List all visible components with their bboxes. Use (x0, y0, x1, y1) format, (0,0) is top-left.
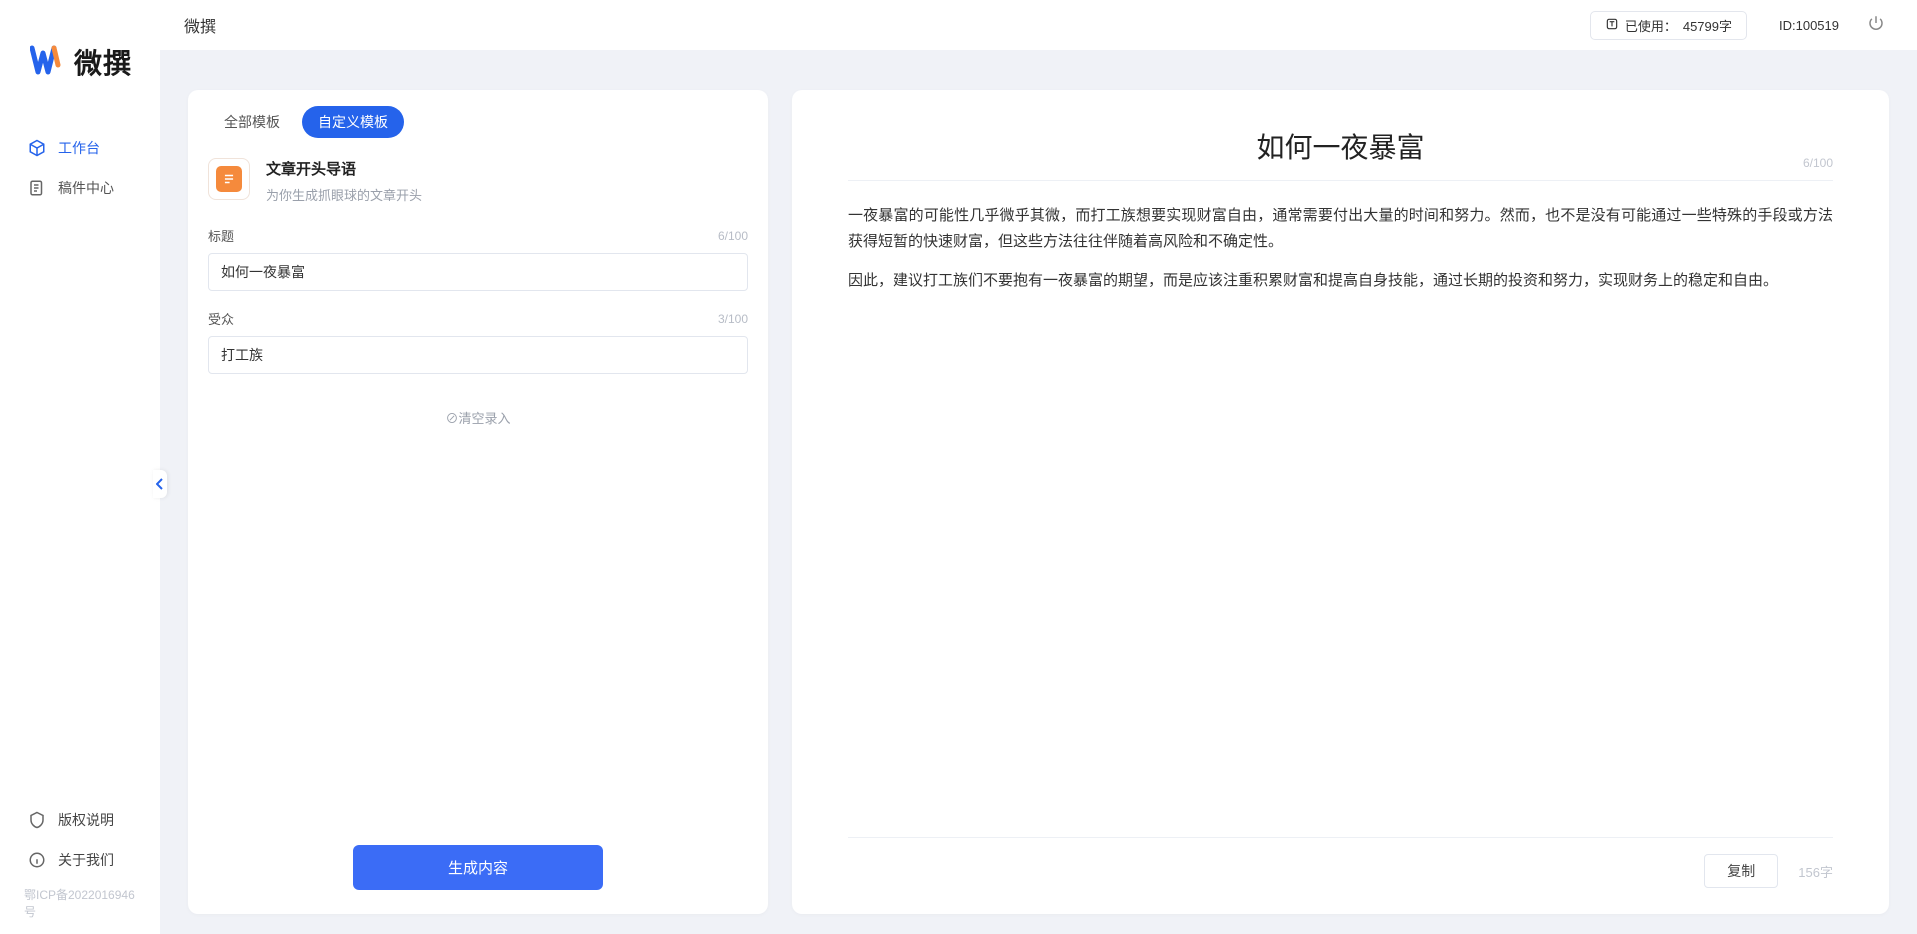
sidebar-collapse-button[interactable] (153, 470, 167, 498)
title-char-count: 6/100 (1803, 156, 1833, 170)
icp-text: 鄂ICP备2022016946号 (0, 880, 160, 926)
sidebar-item-label: 关于我们 (58, 850, 114, 870)
main-content: 全部模板 自定义模板 文章开头导语 为你生成抓眼球的文章开头 标题 6/100 (160, 50, 1917, 934)
template-description: 为你生成抓眼球的文章开头 (266, 185, 422, 204)
info-icon (28, 851, 46, 869)
output-word-count: 156字 (1798, 862, 1833, 881)
topbar: 微撰 已使用： 45799字 ID:100519 (160, 0, 1917, 50)
logo-text: 微撰 (74, 42, 132, 82)
field-label: 标题 (208, 226, 234, 245)
selected-template: 文章开头导语 为你生成抓眼球的文章开头 (188, 144, 768, 218)
sidebar-item-about[interactable]: 关于我们 (0, 840, 160, 880)
page-title: 微撰 (184, 13, 216, 37)
generate-button[interactable]: 生成内容 (353, 845, 603, 890)
template-form: 标题 6/100 受众 3/100 ⊘清空录入 (188, 218, 768, 451)
power-icon (1867, 14, 1885, 32)
document-title[interactable]: 如何一夜暴富 (848, 126, 1833, 166)
usage-prefix: 已使用： (1625, 16, 1677, 35)
tab-label: 自定义模板 (318, 114, 388, 130)
field-label: 受众 (208, 309, 234, 328)
template-title: 文章开头导语 (266, 158, 422, 179)
shield-icon (28, 811, 46, 829)
document-body[interactable]: 一夜暴富的可能性几乎微乎其微，而打工族想要实现财富自由，通常需要付出大量的时间和… (848, 203, 1833, 308)
sidebar-nav: 工作台 稿件中心 (0, 128, 160, 800)
sidebar-item-label: 工作台 (58, 138, 100, 158)
usage-badge[interactable]: 已使用： 45799字 (1590, 11, 1747, 40)
output-panel: 如何一夜暴富 6/100 一夜暴富的可能性几乎微乎其微，而打工族想要实现财富自由… (792, 90, 1889, 914)
field-title: 标题 6/100 (208, 226, 748, 291)
user-id: ID:100519 (1779, 18, 1839, 33)
template-form-panel: 全部模板 自定义模板 文章开头导语 为你生成抓眼球的文章开头 标题 6/100 (188, 90, 768, 914)
sidebar: 微撰 工作台 稿件中心 版权说明 关于我们 鄂ICP (0, 0, 160, 934)
template-icon-wrap (208, 158, 250, 200)
output-footer: 复制 156字 (848, 837, 1833, 888)
cube-icon (28, 139, 46, 157)
chevron-left-icon (156, 478, 164, 490)
generate-label: 生成内容 (448, 860, 508, 877)
app-logo: 微撰 (0, 42, 160, 128)
template-tabs: 全部模板 自定义模板 (188, 90, 768, 144)
paragraph: 一夜暴富的可能性几乎微乎其微，而打工族想要实现财富自由，通常需要付出大量的时间和… (848, 203, 1833, 254)
tab-custom-template[interactable]: 自定义模板 (302, 106, 404, 138)
sidebar-bottom: 版权说明 关于我们 鄂ICP备2022016946号 (0, 800, 160, 934)
tab-all-templates[interactable]: 全部模板 (208, 106, 296, 138)
logo-mark-icon (30, 45, 66, 80)
sidebar-item-label: 版权说明 (58, 810, 114, 830)
title-input[interactable] (208, 253, 748, 291)
tab-label: 全部模板 (224, 114, 280, 130)
text-icon (1605, 17, 1619, 34)
field-audience: 受众 3/100 (208, 309, 748, 374)
clear-label: ⊘清空录入 (445, 411, 510, 426)
sidebar-item-drafts[interactable]: 稿件中心 (0, 168, 160, 208)
paragraph: 因此，建议打工族们不要抱有一夜暴富的期望，而是应该注重积累财富和提高自身技能，通… (848, 268, 1833, 294)
sidebar-item-label: 稿件中心 (58, 178, 114, 198)
logout-button[interactable] (1867, 14, 1885, 37)
document-title-row: 如何一夜暴富 6/100 (848, 126, 1833, 181)
char-count: 6/100 (718, 229, 748, 243)
document-icon (28, 179, 46, 197)
article-intro-icon (216, 166, 242, 192)
sidebar-item-workbench[interactable]: 工作台 (0, 128, 160, 168)
copy-label: 复制 (1727, 863, 1755, 879)
sidebar-item-copyright[interactable]: 版权说明 (0, 800, 160, 840)
audience-input[interactable] (208, 336, 748, 374)
copy-button[interactable]: 复制 (1704, 854, 1778, 888)
clear-input-button[interactable]: ⊘清空录入 (208, 392, 748, 443)
char-count: 3/100 (718, 312, 748, 326)
usage-value: 45799字 (1683, 16, 1732, 35)
